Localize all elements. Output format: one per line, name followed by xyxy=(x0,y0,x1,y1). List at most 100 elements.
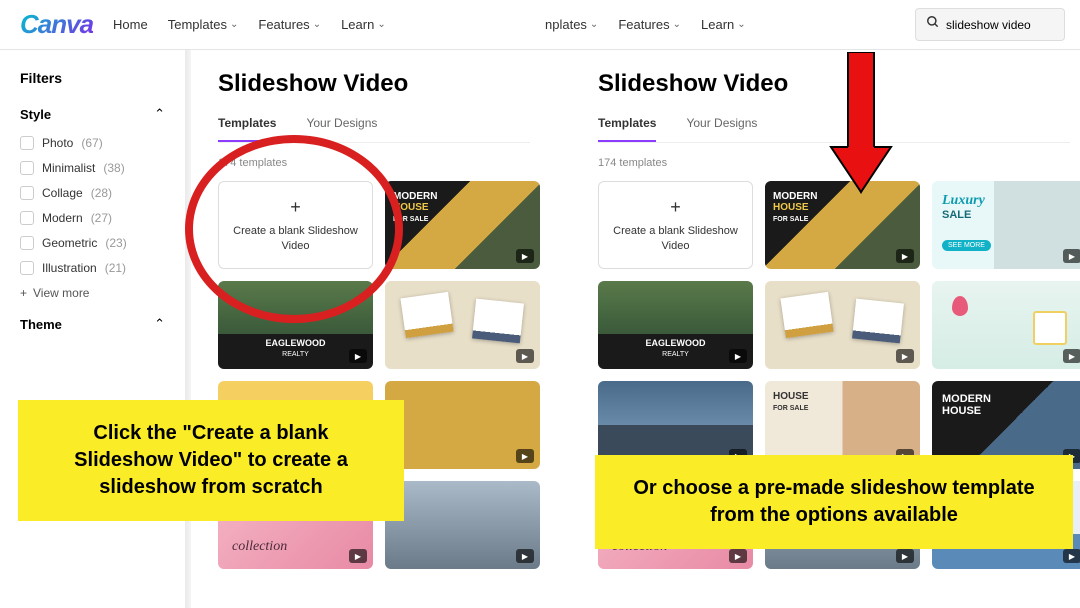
template-card[interactable]: EAGLEWOODREALTY▶ xyxy=(598,281,753,369)
nav-features[interactable]: Features ⌄ xyxy=(258,17,321,32)
filter-count: (21) xyxy=(105,261,126,275)
filter-group-style[interactable]: Style ⌃ xyxy=(20,106,165,122)
checkbox-icon xyxy=(20,161,34,175)
tabs: Templates Your Designs xyxy=(218,116,530,143)
template-card[interactable]: LuxurySALESEE MORE▶ xyxy=(932,181,1080,269)
thumb-text: MODERN xyxy=(773,191,817,202)
filter-count: (38) xyxy=(103,161,124,175)
play-icon: ▶ xyxy=(516,349,534,363)
page-title: Slideshow Video xyxy=(218,70,530,98)
play-icon: ▶ xyxy=(516,449,534,463)
template-card[interactable]: ▶ xyxy=(932,281,1080,369)
template-card[interactable]: EAGLEWOOD REALTY ▶ xyxy=(218,281,373,369)
nav-learn-label: Learn xyxy=(341,17,374,32)
chevron-up-icon: ⌃ xyxy=(154,106,165,122)
tab-templates-2[interactable]: Templates xyxy=(598,116,656,142)
play-icon: ▶ xyxy=(1063,249,1080,263)
canva-logo[interactable]: Canva xyxy=(20,9,93,40)
filter-modern[interactable]: Modern(27) xyxy=(20,211,165,225)
search-icon xyxy=(926,15,940,34)
filter-collage[interactable]: Collage (28) xyxy=(20,186,165,200)
checkbox-icon xyxy=(20,211,34,225)
filter-group-style-label: Style xyxy=(20,107,51,122)
filter-label: Modern xyxy=(42,211,83,225)
thumb-text: Luxury xyxy=(942,193,985,209)
top-nav: Canva Home Templates⌄ Features⌄ Learn⌄ n… xyxy=(0,0,1080,50)
nav-learn-2-label: Learn xyxy=(701,17,734,32)
nav-templates-2-label: nplates xyxy=(545,17,587,32)
search-input[interactable] xyxy=(946,18,1054,32)
filter-minimalist[interactable]: Minimalist (38) xyxy=(20,161,165,175)
play-icon: ▶ xyxy=(516,549,534,563)
filters-sidebar: Filters Style ⌃ Photo(67) Minimalist (38)… xyxy=(0,50,185,608)
nav-home-label: Home xyxy=(113,17,148,32)
nav-learn-2[interactable]: Learn⌄ xyxy=(701,17,746,32)
thumb-text: EAGLEWOOD xyxy=(266,338,326,348)
panel-separator xyxy=(540,50,542,608)
filter-label: Minimalist xyxy=(42,161,95,175)
sidebar-divider xyxy=(185,50,191,608)
chevron-down-icon: ⌄ xyxy=(590,19,598,30)
template-card[interactable]: MODERNHOUSEFOR SALE▶ xyxy=(385,181,540,269)
annotation-text-1: Click the "Create a blank Slideshow Vide… xyxy=(18,400,404,521)
plus-icon: + xyxy=(20,286,27,300)
nav-templates-2[interactable]: nplates⌄ xyxy=(545,17,598,32)
nav-features-label: Features xyxy=(258,17,309,32)
play-icon: ▶ xyxy=(896,349,914,363)
tab-your-designs-2[interactable]: Your Designs xyxy=(686,116,757,142)
thumb-button: SEE MORE xyxy=(942,240,991,251)
template-card[interactable]: ▶ xyxy=(765,281,920,369)
filter-label: Photo xyxy=(42,136,73,150)
thumb-text: EAGLEWOOD xyxy=(646,338,706,348)
create-blank-card-2[interactable]: + Create a blank Slideshow Video xyxy=(598,181,753,269)
play-icon: ▶ xyxy=(349,349,367,363)
chevron-down-icon: ⌄ xyxy=(377,19,385,30)
filter-illustration[interactable]: Illustration(21) xyxy=(20,261,165,275)
filter-count: (28) xyxy=(91,186,112,200)
view-more-style[interactable]: + View more xyxy=(20,286,165,300)
create-blank-card[interactable]: + Create a blank Slideshow Video xyxy=(218,181,373,269)
search-box[interactable] xyxy=(915,8,1065,41)
filter-label: Collage xyxy=(42,186,83,200)
play-icon: ▶ xyxy=(896,549,914,563)
nav-templates[interactable]: Templates⌄ xyxy=(168,17,239,32)
filters-title: Filters xyxy=(20,70,165,86)
blank-card-label: Create a blank Slideshow Video xyxy=(219,224,372,253)
tab-templates[interactable]: Templates xyxy=(218,116,276,142)
chevron-down-icon: ⌄ xyxy=(230,19,238,30)
tabs-2: Templates Your Designs xyxy=(598,116,1070,143)
checkbox-icon xyxy=(20,236,34,250)
template-count-2: 174 templates xyxy=(598,157,1070,169)
chevron-up-icon: ⌃ xyxy=(154,316,165,332)
thumb-text: FOR SALE xyxy=(773,405,808,412)
filter-count: (23) xyxy=(105,236,126,250)
filter-group-theme-label: Theme xyxy=(20,317,62,332)
thumb-text: collection xyxy=(232,539,287,555)
template-card[interactable]: ▶ xyxy=(385,481,540,569)
tab-your-designs[interactable]: Your Designs xyxy=(306,116,377,142)
template-card[interactable]: ▶ xyxy=(385,381,540,469)
play-icon: ▶ xyxy=(896,249,914,263)
checkbox-icon xyxy=(20,136,34,150)
nav-learn[interactable]: Learn⌄ xyxy=(341,17,386,32)
thumb-text: FOR SALE xyxy=(773,216,808,223)
view-more-label: View more xyxy=(33,286,89,300)
template-card[interactable]: ▶ xyxy=(385,281,540,369)
thumb-text: HOUSE xyxy=(942,405,981,417)
chevron-down-icon: ⌄ xyxy=(313,19,321,30)
thumb-text: REALTY xyxy=(282,351,309,358)
play-icon: ▶ xyxy=(349,549,367,563)
filter-photo[interactable]: Photo(67) xyxy=(20,136,165,150)
annotation-text-2: Or choose a pre-made slideshow template … xyxy=(595,455,1073,549)
plus-icon: + xyxy=(670,197,681,218)
play-icon: ▶ xyxy=(1063,549,1080,563)
template-count: 174 templates xyxy=(218,157,530,169)
play-icon: ▶ xyxy=(516,249,534,263)
blank-card-label: Create a blank Slideshow Video xyxy=(599,224,752,253)
filter-geometric[interactable]: Geometric(23) xyxy=(20,236,165,250)
template-card[interactable]: MODERNHOUSEFOR SALE▶ xyxy=(765,181,920,269)
filter-group-theme[interactable]: Theme ⌃ xyxy=(20,316,165,332)
nav-features-2[interactable]: Features⌄ xyxy=(618,17,681,32)
plus-icon: + xyxy=(290,197,301,218)
nav-home[interactable]: Home xyxy=(113,17,148,32)
